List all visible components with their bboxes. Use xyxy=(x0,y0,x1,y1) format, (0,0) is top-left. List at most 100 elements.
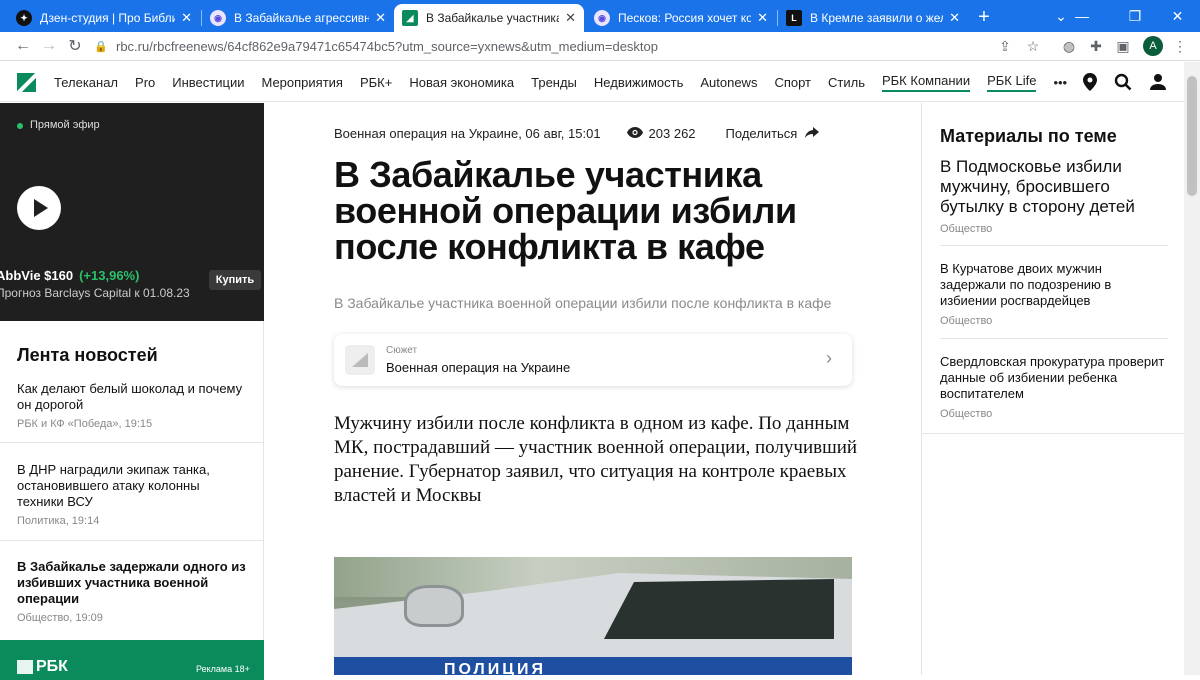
list-item[interactable]: Как делают белый шоколад и почему он дор… xyxy=(17,381,247,430)
article-headline: В Забайкалье участника военной операции … xyxy=(334,154,797,267)
nav-item-pro[interactable]: Pro xyxy=(135,75,155,90)
related-item-meta: Общество xyxy=(940,315,993,327)
close-window-button[interactable]: ✕ xyxy=(1155,0,1200,32)
rbc-banner-logo-text: РБК xyxy=(36,658,68,675)
new-tab-button[interactable]: + xyxy=(972,6,996,30)
nav-item-tv[interactable]: Телеканал xyxy=(54,75,118,90)
related-item-title[interactable]: Свердловская прокуратура проверит данные… xyxy=(940,354,1170,402)
article-main: Военная операция на Украине, 06 авг, 15:… xyxy=(265,103,921,675)
feed-item-title[interactable]: В Забайкалье задержали одного из избивши… xyxy=(17,559,247,607)
nav-item-rbc-plus[interactable]: РБК+ xyxy=(360,75,392,90)
ticker-change: (+13,96%) xyxy=(79,268,140,283)
related-item-meta: Общество xyxy=(940,408,993,420)
share-button[interactable]: Поделиться xyxy=(726,126,798,141)
play-icon[interactable] xyxy=(17,186,61,230)
news-feed-title: Лента новостей xyxy=(17,345,158,365)
article-lead: Мужчину избили после конфликта в одном и… xyxy=(334,413,858,506)
menu-kebab-icon[interactable]: ⋮ xyxy=(1170,36,1190,56)
feed-item-meta: РБК и КФ «Победа», 19:15 xyxy=(17,418,153,430)
nav-item-autonews[interactable]: Autonews xyxy=(700,75,757,90)
news-favicon-icon: ◉ xyxy=(594,10,610,26)
close-tab-icon[interactable]: ✕ xyxy=(375,10,386,26)
address-bar[interactable]: 🔒 rbc.ru/rbcfreenews/64cf862e9a79471c654… xyxy=(94,35,1054,58)
story-card[interactable]: Сюжет Военная операция на Украине › xyxy=(334,334,852,386)
reload-icon[interactable]: ↻ xyxy=(64,35,86,57)
feed-item-meta: Политика, 19:14 xyxy=(17,515,100,527)
live-stream-widget: Прямой эфир AbbVie $160 (+13,96%) Прогноз… xyxy=(0,103,264,321)
rbc-ad-banner[interactable]: РБК Реклама 18+ xyxy=(0,640,264,680)
dzen-favicon-icon: ✦ xyxy=(16,10,32,26)
side-panel-icon[interactable]: ▣ xyxy=(1113,36,1133,56)
tab-peskov[interactable]: ◉ Песков: Россия хочет контр ✕ xyxy=(586,4,776,32)
stock-ticker[interactable]: AbbVie $160 (+13,96%) xyxy=(0,268,139,283)
feed-item-title[interactable]: В ДНР наградили экипаж танка, остановивш… xyxy=(17,462,247,510)
extension-vpn-icon[interactable]: ◍ xyxy=(1059,36,1079,56)
chevron-right-icon: › xyxy=(826,348,832,368)
list-item[interactable]: В Подмосковье избили мужчину, бросившего… xyxy=(940,157,1170,235)
close-tab-icon[interactable]: ✕ xyxy=(181,10,192,26)
nav-more-button[interactable]: ••• xyxy=(1053,75,1067,90)
list-item[interactable]: В ДНР наградили экипаж танка, остановивш… xyxy=(17,462,247,527)
divider xyxy=(922,433,1185,434)
close-tab-icon[interactable]: ✕ xyxy=(757,10,768,26)
divider xyxy=(940,245,1168,246)
article-category-date[interactable]: Военная операция на Украине, 06 авг, 15:… xyxy=(334,126,601,141)
site-header: Телеканал Pro Инвестиции Мероприятия РБК… xyxy=(0,62,1184,102)
tab-zabaikalie-participant[interactable]: ◢ В Забайкалье участника вое ✕ xyxy=(394,4,584,32)
left-column: Прямой эфир AbbVie $160 (+13,96%) Прогноз… xyxy=(0,103,264,680)
close-tab-icon[interactable]: ✕ xyxy=(949,10,960,26)
list-item[interactable]: Свердловская прокуратура проверит данные… xyxy=(940,354,1170,420)
story-label: Сюжет xyxy=(386,345,418,356)
forward-arrow-icon[interactable]: → xyxy=(38,35,60,57)
list-item[interactable]: В Забайкалье задержали одного из избивши… xyxy=(17,559,247,624)
minimize-button[interactable]: — xyxy=(1062,0,1102,32)
list-item[interactable]: В Курчатове двоих мужчин задержали по по… xyxy=(940,261,1170,327)
nav-item-realty[interactable]: Недвижимость xyxy=(594,75,683,90)
rbc-favicon-icon: ◢ xyxy=(402,10,418,26)
site-nav: Телеканал Pro Инвестиции Мероприятия РБК… xyxy=(54,62,1084,102)
nav-item-new-economy[interactable]: Новая экономика xyxy=(409,75,514,90)
close-tab-icon[interactable]: ✕ xyxy=(565,10,576,26)
car-mirror xyxy=(404,585,464,627)
feed-item-meta: Общество, 19:09 xyxy=(17,612,103,624)
buy-button[interactable]: Купить xyxy=(209,270,261,290)
nav-item-trends[interactable]: Тренды xyxy=(531,75,577,90)
user-profile-icon[interactable] xyxy=(1147,71,1169,93)
related-item-title[interactable]: В Подмосковье избили мужчину, бросившего… xyxy=(940,157,1170,217)
related-title: Материалы по теме xyxy=(940,126,1117,146)
related-materials: Материалы по теме В Подмосковье избили м… xyxy=(921,103,1185,675)
nav-item-events[interactable]: Мероприятия xyxy=(261,75,343,90)
feed-item-title[interactable]: Как делают белый шоколад и почему он дор… xyxy=(17,381,247,413)
view-count: 203 262 xyxy=(648,126,696,141)
article-photo: ПОЛИЦИЯ xyxy=(334,557,852,675)
browser-toolbar: ← → ↻ 🔒 rbc.ru/rbcfreenews/64cf862e9a794… xyxy=(0,32,1200,61)
bookmark-star-icon[interactable]: ☆ xyxy=(1023,36,1043,56)
extensions-puzzle-icon[interactable]: ✚ xyxy=(1086,36,1106,56)
share-page-icon[interactable]: ⇪ xyxy=(995,36,1015,56)
news-favicon-icon: ◉ xyxy=(210,10,226,26)
rbc-logo-icon[interactable] xyxy=(17,73,36,92)
search-icon[interactable] xyxy=(1112,71,1134,93)
related-item-title[interactable]: В Курчатове двоих мужчин задержали по по… xyxy=(940,261,1170,309)
lock-icon: 🔒 xyxy=(94,41,108,53)
live-indicator-icon xyxy=(17,123,23,129)
tab-kremlin[interactable]: L В Кремле заявили о желани ✕ xyxy=(778,4,968,32)
nav-item-sport[interactable]: Спорт xyxy=(774,75,811,90)
back-arrow-icon[interactable]: ← xyxy=(12,35,34,57)
page-scrollbar[interactable] xyxy=(1184,62,1200,675)
tab-zabaikalie-aggressive[interactable]: ◉ В Забайкалье агрессивная м ✕ xyxy=(202,4,394,32)
scrollbar-thumb[interactable] xyxy=(1187,76,1197,196)
nav-item-investments[interactable]: Инвестиции xyxy=(172,75,244,90)
tab-dzen-studio[interactable]: ✦ Дзен-студия | Про Библию с ✕ xyxy=(8,4,200,32)
story-name: Военная операция на Украине xyxy=(386,360,571,375)
nav-item-style[interactable]: Стиль xyxy=(828,75,865,90)
profile-avatar[interactable]: A xyxy=(1143,36,1163,56)
ticker-name: AbbVie $160 xyxy=(0,268,74,283)
maximize-button[interactable]: ❐ xyxy=(1115,0,1155,32)
location-pin-icon[interactable] xyxy=(1079,71,1101,93)
nav-item-rbc-companies[interactable]: РБК Компании xyxy=(881,73,971,92)
story-thumbnail-icon xyxy=(345,345,375,375)
share-arrow-icon[interactable] xyxy=(805,126,820,141)
nav-item-rbc-life[interactable]: РБК Life xyxy=(987,73,1037,92)
browser-tab-strip: ✦ Дзен-студия | Про Библию с ✕ ◉ В Забай… xyxy=(0,0,1200,32)
